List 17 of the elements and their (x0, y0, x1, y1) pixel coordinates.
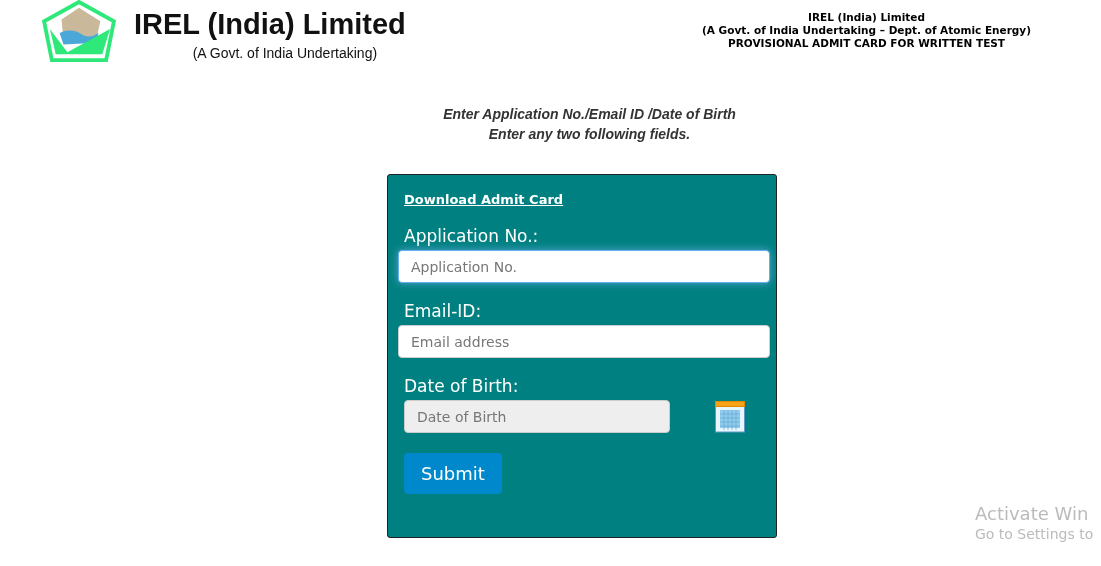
header-text: (A Govt. of India Undertaking – Dept. of Atomic Energy) (702, 24, 1031, 37)
header-text: PROVISIONAL ADMIT CARD FOR WRITTEN TEST (726, 37, 1007, 50)
company-tagline: (A Govt. of India Undertaking) (192, 45, 378, 61)
field-label: Email-ID: (404, 301, 483, 321)
instruction-text: Enter Application No./Email ID /Date of Birth (442, 105, 737, 124)
input-field[interactable]: Application No. (398, 250, 770, 283)
calendar-icon[interactable] (715, 400, 745, 433)
submit-button[interactable]: Submit (404, 453, 502, 494)
input-field[interactable]: Email address (398, 325, 770, 358)
activation-title: Activate Win (975, 503, 1090, 524)
company-name: IREL (India) Limited (134, 8, 406, 41)
header-text: IREL (India) Limited (807, 11, 926, 24)
field-label: Application No.: (404, 226, 540, 246)
field-label: Date of Birth: (404, 376, 520, 396)
instruction-text: Enter any two following fields. (487, 125, 692, 144)
activation-subtitle: Go to Settings to (975, 526, 1094, 542)
download-link[interactable]: Download Admit Card (404, 192, 564, 207)
